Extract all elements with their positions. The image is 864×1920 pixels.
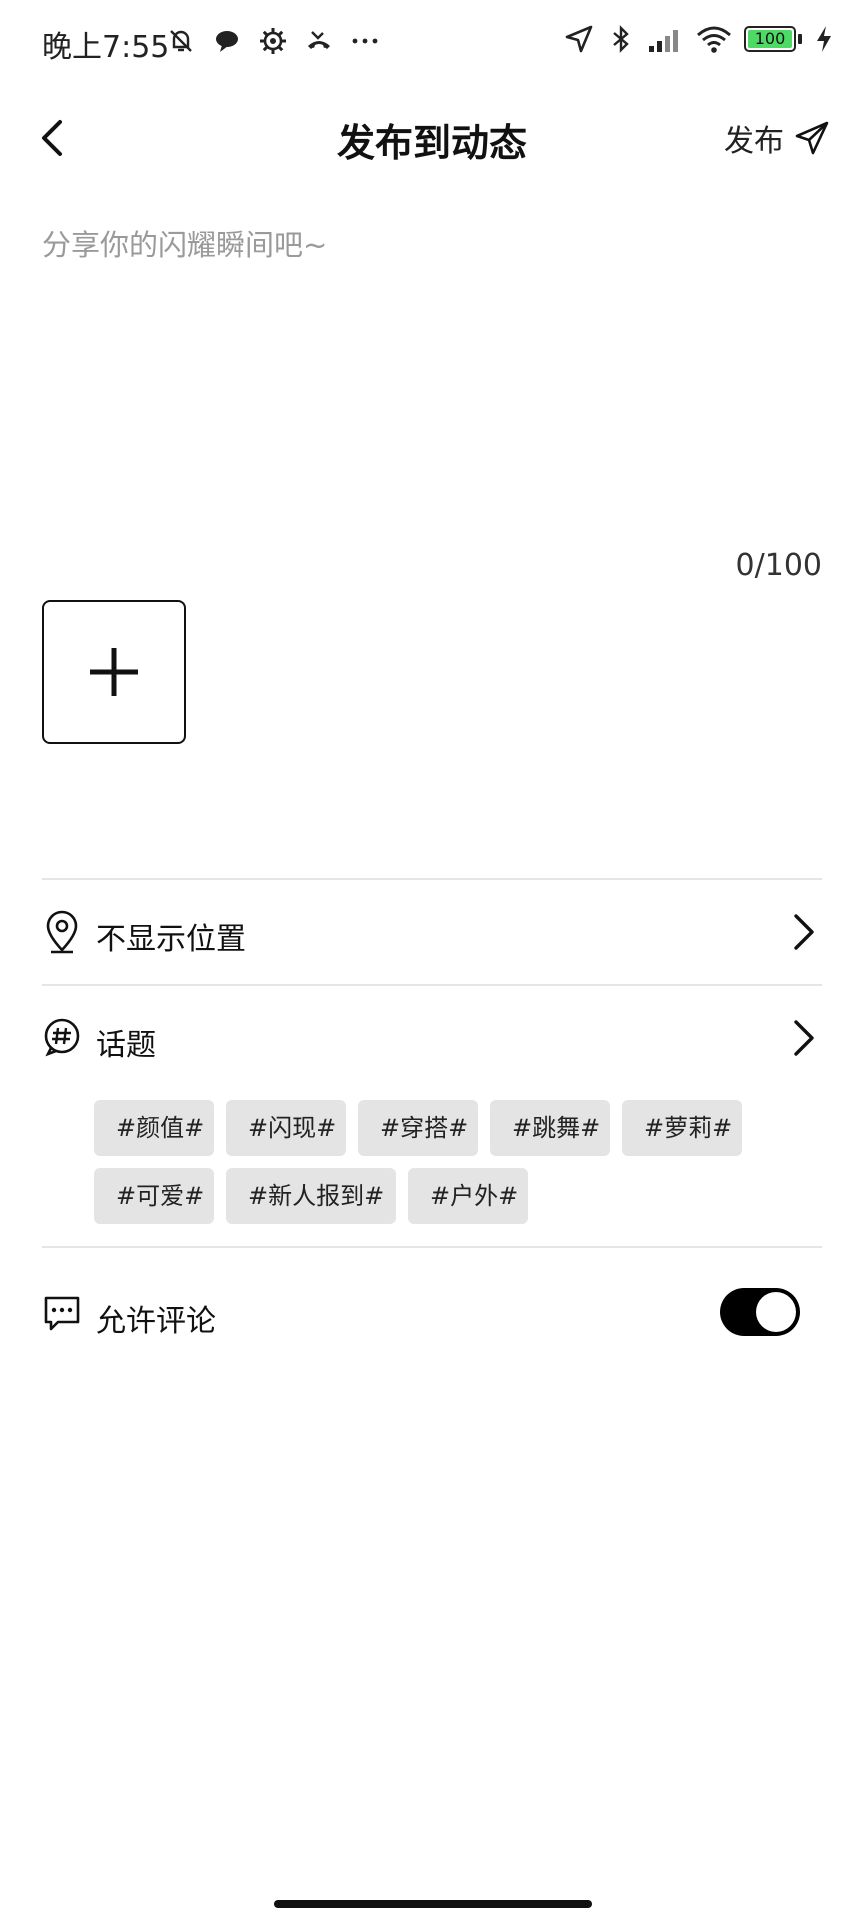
topic-tag[interactable]: #跳舞# bbox=[490, 1100, 610, 1156]
plus-icon bbox=[90, 648, 138, 696]
battery-cap bbox=[798, 34, 802, 44]
chevron-right-icon bbox=[794, 914, 814, 950]
status-right-icons: 100 bbox=[564, 24, 834, 54]
charging-icon bbox=[817, 26, 831, 52]
toggle-knob bbox=[756, 1292, 796, 1332]
topic-tag[interactable]: #闪现# bbox=[226, 1100, 346, 1156]
allow-comments-toggle[interactable] bbox=[720, 1288, 800, 1336]
post-text-input[interactable] bbox=[42, 222, 822, 522]
wifi-icon bbox=[697, 26, 731, 53]
topic-tag[interactable]: #户外# bbox=[408, 1168, 528, 1224]
location-label: 不显示位置 bbox=[96, 922, 246, 957]
topic-tag[interactable]: #萝莉# bbox=[622, 1100, 742, 1156]
battery-icon: 100 bbox=[744, 26, 796, 52]
hashtag-bubble-icon bbox=[44, 1018, 80, 1057]
comments-row: 允许评论 bbox=[42, 1262, 822, 1368]
topic-tag[interactable]: #穿搭# bbox=[358, 1100, 478, 1156]
topic-tag[interactable]: #可爱# bbox=[94, 1168, 214, 1224]
bluetooth-icon bbox=[613, 25, 629, 53]
gear-icon bbox=[260, 28, 286, 54]
location-pin-icon bbox=[46, 910, 78, 954]
comment-bubble-icon bbox=[44, 1296, 80, 1331]
bell-muted-icon bbox=[170, 30, 192, 52]
topic-row[interactable]: 话题 bbox=[42, 986, 822, 1092]
publish-label: 发布 bbox=[724, 124, 784, 159]
missed-call-icon bbox=[308, 31, 330, 49]
chat-bubble-icon bbox=[216, 31, 238, 52]
send-icon bbox=[795, 121, 829, 155]
comments-label: 允许评论 bbox=[96, 1304, 216, 1339]
home-indicator[interactable] bbox=[274, 1900, 592, 1908]
topic-label: 话题 bbox=[96, 1028, 156, 1063]
status-bar: 晚上7:55 100 bbox=[0, 0, 864, 86]
location-row[interactable]: 不显示位置 bbox=[42, 880, 822, 986]
add-media-button[interactable] bbox=[42, 600, 186, 744]
signal-icon bbox=[649, 30, 678, 52]
more-dots-icon bbox=[352, 38, 378, 44]
char-count: 0/100 bbox=[735, 548, 822, 583]
nav-bar: 发布到动态 发布 bbox=[0, 86, 864, 190]
topic-tag[interactable]: #颜值# bbox=[94, 1100, 214, 1156]
publish-button[interactable]: 发布 bbox=[724, 116, 830, 160]
status-time: 晚上7:55 bbox=[42, 30, 170, 65]
topic-tag[interactable]: #新人报到# bbox=[226, 1168, 396, 1224]
chevron-right-icon bbox=[794, 1020, 814, 1056]
divider bbox=[42, 1246, 822, 1248]
location-arrow-icon bbox=[565, 25, 593, 53]
status-left-icons bbox=[166, 26, 380, 56]
battery-level: 100 bbox=[754, 29, 786, 48]
